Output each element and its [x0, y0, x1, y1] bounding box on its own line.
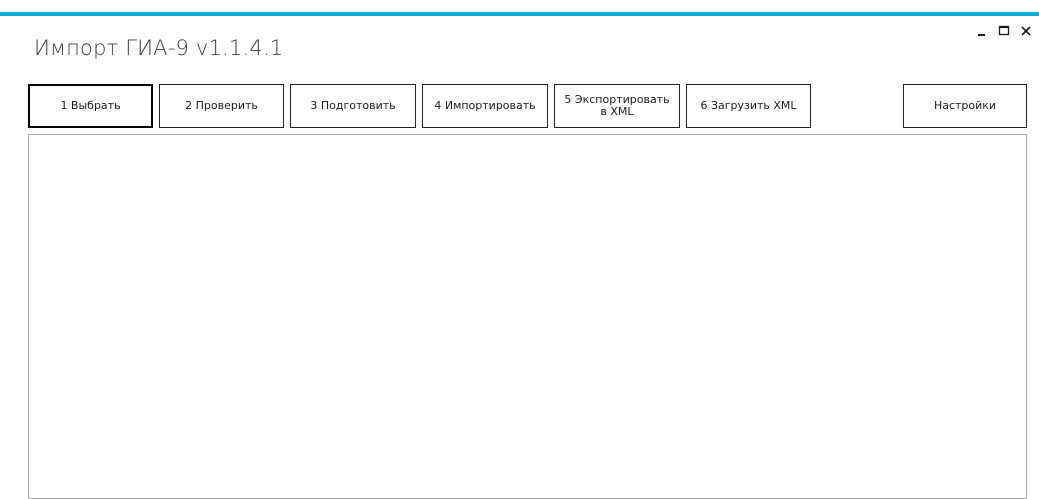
load-xml-button[interactable]: 6 Загрузить XML: [686, 84, 811, 128]
title-accent-bar: [0, 12, 1039, 16]
app-title: Импорт ГИА-9 v1.1.4.1: [34, 36, 284, 60]
maximize-button[interactable]: [995, 22, 1013, 40]
export-xml-button[interactable]: 5 Экспортировать в XML: [554, 84, 680, 128]
main-content-panel[interactable]: [28, 134, 1027, 499]
minimize-icon: [978, 34, 985, 36]
minimize-button[interactable]: [973, 22, 991, 40]
maximize-icon: [998, 25, 1010, 36]
check-button[interactable]: 2 Проверить: [159, 84, 284, 128]
settings-button[interactable]: Настройки: [903, 84, 1027, 128]
close-button[interactable]: [1017, 22, 1035, 40]
prepare-button[interactable]: 3 Подготовить: [290, 84, 416, 128]
import-button[interactable]: 4 Импортировать: [422, 84, 548, 128]
close-icon: [1021, 26, 1031, 36]
window-controls: [973, 22, 1035, 40]
select-button[interactable]: 1 Выбрать: [28, 84, 153, 128]
